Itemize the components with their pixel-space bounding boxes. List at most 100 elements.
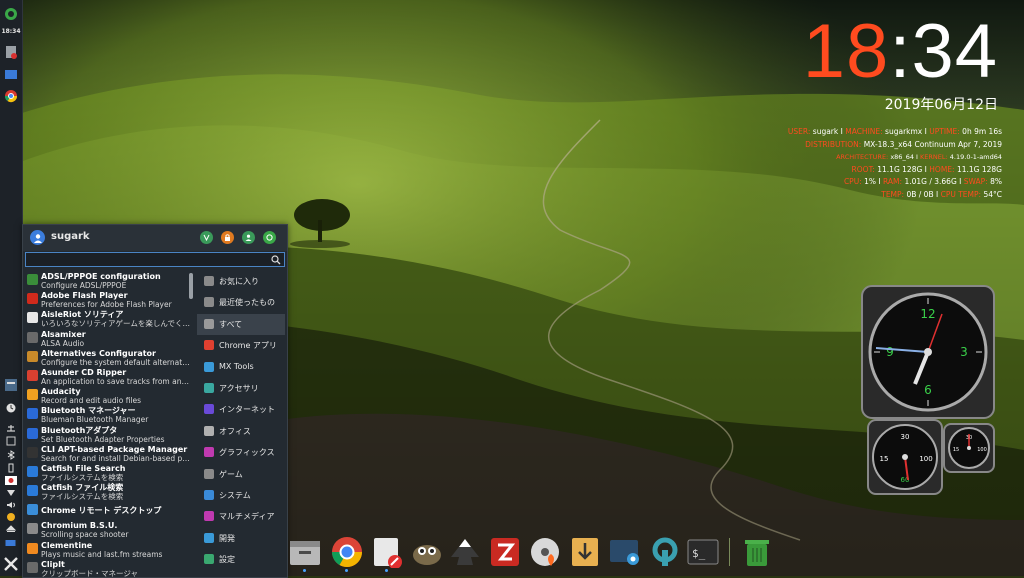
folder-icon[interactable] bbox=[3, 66, 19, 82]
log-out-icon[interactable] bbox=[263, 231, 276, 244]
app-list-item[interactable]: Catfish ファイル検索 ファイルシステムを検索 bbox=[23, 482, 195, 501]
app-list-item[interactable]: Chrome リモート デスクトップ bbox=[23, 501, 195, 520]
wifi-icon[interactable] bbox=[4, 488, 18, 498]
category-item[interactable]: 開発 bbox=[197, 528, 285, 549]
app-name: Alsamixer bbox=[41, 329, 86, 339]
app-icon bbox=[27, 389, 38, 401]
system-info-widget: USER: sugark I MACHINE: sugarkmx I UPTIM… bbox=[762, 126, 1002, 201]
updates-icon[interactable] bbox=[4, 436, 18, 446]
bluetooth-icon[interactable] bbox=[4, 450, 18, 460]
category-item[interactable]: お気に入り bbox=[197, 271, 285, 292]
category-item[interactable]: MX Tools bbox=[197, 357, 285, 378]
gimp-icon[interactable] bbox=[410, 534, 444, 570]
category-item[interactable]: Chrome アプリ bbox=[197, 335, 285, 356]
category-label: マルチメディア bbox=[219, 512, 275, 522]
app-list-item[interactable]: Asunder CD Ripper An application to save … bbox=[23, 367, 195, 386]
network-icon[interactable] bbox=[4, 422, 18, 432]
sysinfo-value: 11.1G bbox=[877, 164, 900, 174]
search-icon[interactable] bbox=[271, 255, 281, 265]
category-item[interactable]: 設定 bbox=[197, 549, 285, 570]
app-list-item[interactable]: Audacity Record and edit audio files bbox=[23, 386, 195, 405]
category-icon bbox=[204, 532, 214, 543]
volume-icon[interactable] bbox=[4, 500, 18, 510]
sysinfo-key: MACHINE: bbox=[845, 127, 883, 136]
svg-text:$_: $_ bbox=[692, 547, 706, 560]
clock-icon[interactable] bbox=[4, 403, 18, 413]
sysinfo-key: RAM: bbox=[883, 177, 903, 186]
notification-icon[interactable] bbox=[4, 512, 18, 522]
category-label: インターネット bbox=[219, 405, 275, 415]
trash-icon[interactable] bbox=[740, 534, 774, 570]
user-avatar-icon bbox=[30, 230, 45, 245]
app-list-item[interactable]: Alternatives Configurator Configure the s… bbox=[23, 348, 195, 367]
screenshot-icon[interactable] bbox=[608, 534, 642, 570]
category-icon bbox=[204, 382, 214, 393]
sysinfo-key: ARCHITECTURE: bbox=[836, 153, 889, 161]
chrome-icon[interactable] bbox=[330, 534, 364, 572]
chrome-icon[interactable] bbox=[3, 88, 19, 104]
terminal-icon[interactable]: $_ bbox=[686, 534, 720, 570]
app-list-item[interactable]: Alsamixer ALSA Audio bbox=[23, 329, 195, 348]
app-name: Audacity bbox=[41, 387, 81, 397]
sysinfo-value: x86_64 bbox=[890, 153, 914, 161]
app-list-item[interactable]: AisleRiot ソリティア いろいろなソリティアゲームを楽しんでください bbox=[23, 309, 195, 328]
application-list-scrollbar[interactable] bbox=[189, 273, 193, 299]
app-list-item[interactable]: ADSL/PPPOE configuration Configure ADSL/P… bbox=[23, 271, 195, 290]
running-indicator bbox=[385, 569, 388, 572]
battery-icon[interactable] bbox=[4, 538, 18, 548]
file-manager-icon[interactable] bbox=[3, 44, 19, 60]
app-list-item[interactable]: Catfish File Search ファイルシステムを検索 bbox=[23, 463, 195, 482]
panel-clock[interactable]: 18:34 bbox=[0, 28, 22, 35]
downloader-icon[interactable] bbox=[568, 534, 602, 570]
category-item[interactable]: アクセサリ bbox=[197, 378, 285, 399]
category-icon bbox=[204, 404, 214, 415]
flag-icon[interactable] bbox=[4, 475, 18, 485]
switch-user-icon[interactable] bbox=[242, 231, 255, 244]
app-list-item[interactable]: Bluetoothアダプタ Set Bluetooth Adapter Prope… bbox=[23, 425, 195, 444]
filezilla-icon[interactable] bbox=[488, 534, 522, 570]
lock-screen-icon[interactable] bbox=[221, 231, 234, 244]
search-field[interactable] bbox=[25, 252, 285, 267]
file-manager-icon[interactable] bbox=[288, 534, 322, 572]
category-icon bbox=[204, 489, 214, 500]
app-list-item[interactable]: CLI APT-based Package Manager Search for … bbox=[23, 444, 195, 463]
sysinfo-value: 4.19.0-1-amd64 bbox=[949, 153, 1002, 161]
category-item[interactable]: マルチメディア bbox=[197, 506, 285, 527]
panel-launcher-icon[interactable] bbox=[4, 379, 18, 391]
app-description: Search for and install Debian-based pack… bbox=[41, 453, 191, 463]
app-list-item[interactable]: Chromium B.S.U. Scrolling space shooter bbox=[23, 520, 195, 539]
app-list-item[interactable]: ClipIt クリップボード・マネージャ bbox=[23, 559, 195, 577]
app-list-item[interactable]: Bluetooth マネージャー Blueman Bluetooth Manage… bbox=[23, 405, 195, 424]
settings-wrench-icon[interactable] bbox=[648, 534, 682, 570]
category-item[interactable]: インターネット bbox=[197, 399, 285, 420]
inkscape-icon[interactable] bbox=[448, 534, 482, 570]
category-item[interactable]: 最近使ったもの bbox=[197, 292, 285, 313]
category-item[interactable]: システム bbox=[197, 485, 285, 506]
eject-icon[interactable] bbox=[4, 524, 18, 534]
clipboard-icon[interactable] bbox=[4, 463, 18, 473]
category-item[interactable]: グラフィックス bbox=[197, 442, 285, 463]
app-icon bbox=[27, 465, 38, 477]
sysinfo-value: 11.1G bbox=[956, 164, 980, 174]
category-item[interactable]: ゲーム bbox=[197, 464, 285, 485]
menu-icon[interactable] bbox=[3, 6, 19, 22]
sysinfo-key: USER: bbox=[787, 127, 811, 136]
category-item[interactable]: すべて bbox=[197, 313, 285, 336]
text-editor-icon[interactable] bbox=[370, 534, 404, 572]
app-list-item[interactable]: Clementine Plays music and last.fm stream… bbox=[23, 540, 195, 559]
app-list-item[interactable]: Adobe Flash Player Preferences for Adobe … bbox=[23, 290, 195, 309]
svg-text:100: 100 bbox=[977, 447, 987, 453]
svg-text:100: 100 bbox=[919, 455, 932, 463]
app-description: Set Bluetooth Adapter Properties bbox=[41, 434, 165, 444]
app-name: ADSL/PPPOE configuration bbox=[41, 272, 161, 281]
app-name: Adobe Flash Player bbox=[41, 291, 128, 301]
sysinfo-key: ROOT: bbox=[851, 164, 875, 174]
app-name: CLI APT-based Package Manager bbox=[41, 444, 188, 454]
mx-logo-icon[interactable] bbox=[3, 556, 19, 572]
category-item[interactable]: オフィス bbox=[197, 421, 285, 442]
sysinfo-row-arch: ARCHITECTURE: x86_64 I KERNEL: 4.19.0-1-… bbox=[836, 153, 1002, 161]
svg-text:15: 15 bbox=[953, 447, 959, 453]
settings-manager-icon[interactable] bbox=[200, 231, 213, 244]
search-input[interactable] bbox=[28, 253, 264, 266]
disc-burner-icon[interactable] bbox=[528, 534, 562, 570]
